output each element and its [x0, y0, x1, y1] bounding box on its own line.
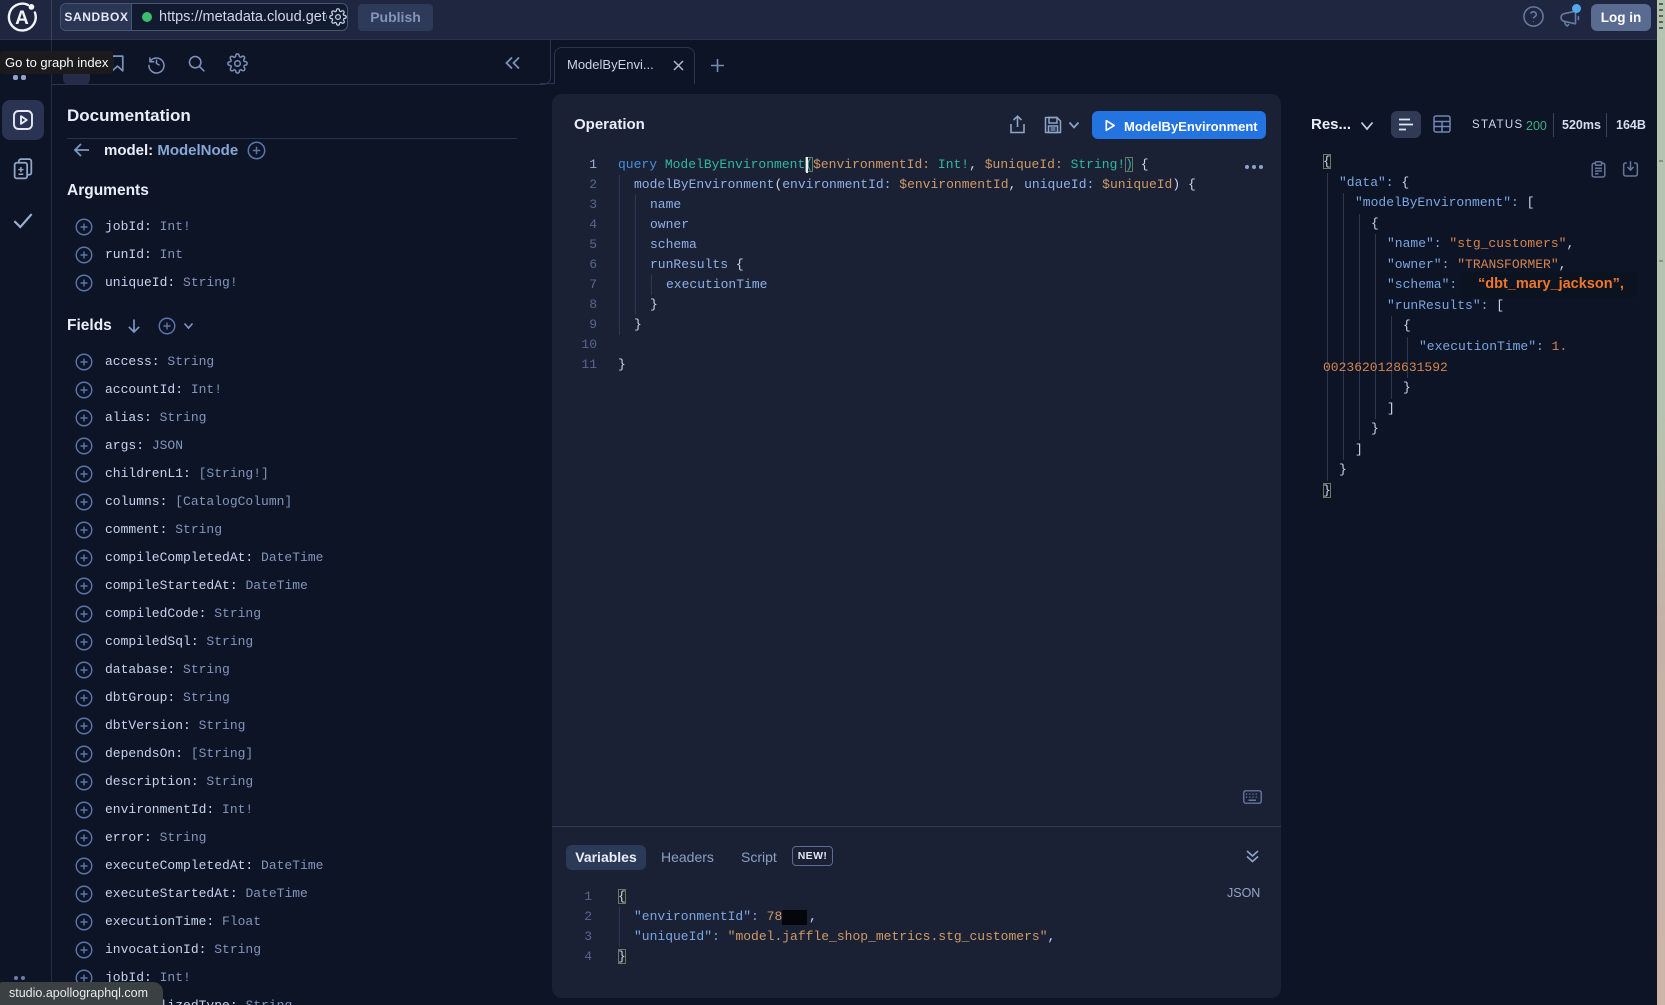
svg-text:A: A [15, 8, 29, 29]
